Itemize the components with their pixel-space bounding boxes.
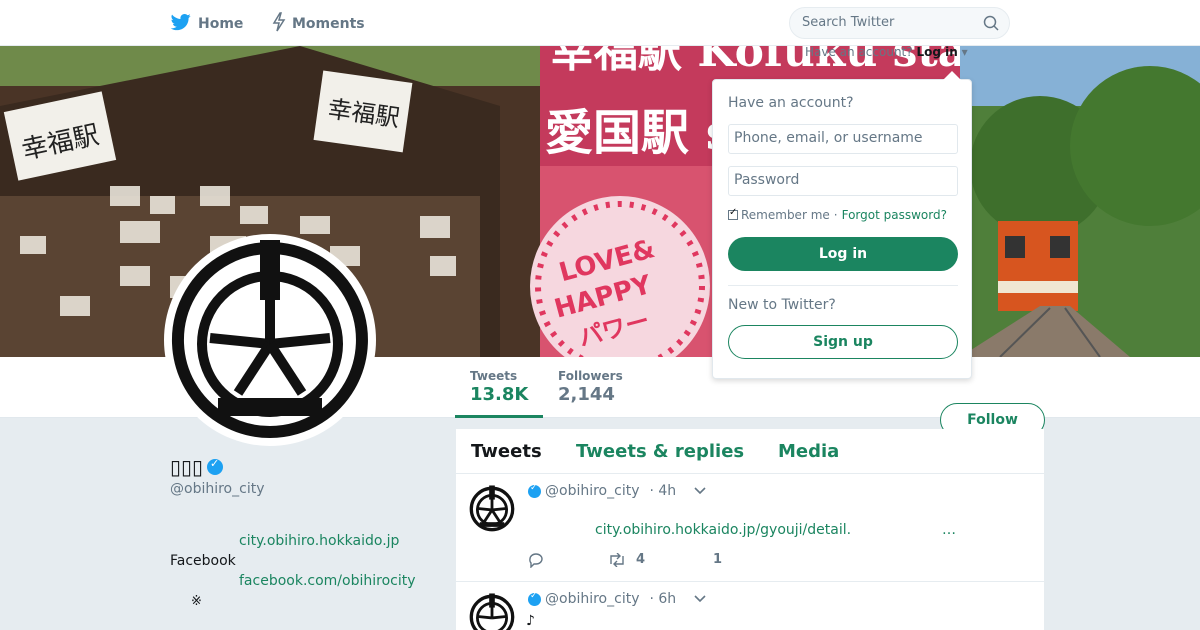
reply-button[interactable] (528, 552, 545, 568)
tab-tweets[interactable]: Tweets (471, 441, 542, 462)
bio-note-mark: ※ (191, 594, 202, 609)
profile-avatar[interactable] (164, 234, 376, 446)
stat-followers-label: Followers (558, 369, 623, 383)
password-field[interactable]: Password (728, 166, 958, 196)
caret-down-icon: ▾ (961, 45, 968, 59)
login-hint-link[interactable]: Log in (916, 45, 957, 59)
like-count: 1 (713, 552, 723, 567)
login-button[interactable]: Log in (728, 237, 958, 271)
stat-tweets-value: 13.8K (470, 384, 529, 405)
stat-tweets[interactable]: Tweets 13.8K (455, 369, 543, 418)
verified-badge-icon (528, 591, 541, 606)
nav-moments-label: Moments (292, 16, 365, 32)
tweet-item[interactable]: @obihiro_city · 4h city.obihiro.hokkaido… (456, 475, 1044, 582)
retweet-icon (610, 552, 624, 567)
verified-badge-icon (528, 483, 541, 498)
city-emblem-icon (469, 593, 515, 630)
tweet-handle[interactable]: @obihiro_city (545, 483, 639, 499)
profile-name-text: ▯▯▯ (170, 455, 204, 479)
tweet-time[interactable]: · 4h (649, 483, 676, 499)
nav-home-label: Home (198, 16, 244, 32)
login-dropdown: Have an account? Phone, email, or userna… (712, 71, 972, 379)
new-to-twitter-label: New to Twitter? (728, 297, 836, 313)
username-field[interactable]: Phone, email, or username (728, 124, 958, 154)
login-hint[interactable]: Have an account? Log in ▾ (805, 45, 968, 59)
twitter-bird-icon (170, 12, 192, 36)
profile-name: ▯▯▯ (170, 455, 224, 479)
remember-label[interactable]: Remember me (741, 208, 830, 222)
signup-button[interactable]: Sign up (728, 325, 958, 359)
tweet-ellipsis[interactable]: … (942, 522, 956, 538)
remember-checkbox[interactable] (728, 207, 738, 220)
dropdown-divider (728, 285, 958, 286)
tweet-text: ♪ (526, 613, 535, 629)
login-dropdown-title: Have an account? (728, 95, 854, 111)
city-emblem-icon (171, 240, 368, 438)
stat-tweets-label: Tweets (470, 369, 518, 383)
tab-media[interactable]: Media (778, 441, 839, 462)
lightning-icon (272, 12, 286, 36)
search-placeholder: Search Twitter (802, 15, 895, 30)
nav-home[interactable]: Home (170, 12, 243, 36)
tweet-header: @obihiro_city · 4h (528, 483, 706, 499)
timeline-tabs: Tweets Tweets & replies Media (456, 429, 1044, 474)
forgot-password-link[interactable]: Forgot password? (842, 208, 947, 222)
bio-facebook-label: Facebook (170, 553, 236, 569)
tweet-item[interactable]: @obihiro_city · 6h ♪ (456, 583, 1044, 630)
search-icon[interactable] (983, 15, 999, 35)
profile-screen-name[interactable]: @obihiro_city (170, 481, 264, 497)
tweet-handle[interactable]: @obihiro_city (545, 591, 639, 607)
reply-icon (529, 553, 543, 568)
retweet-count: 4 (636, 552, 646, 567)
stat-followers[interactable]: Followers 2,144 (558, 369, 623, 405)
tweet-link[interactable]: city.obihiro.hokkaido.jp/gyouji/detail. (595, 522, 851, 538)
remember-separator: · (833, 208, 838, 222)
nav-moments[interactable]: Moments (272, 12, 365, 36)
retweet-button[interactable]: 4 (608, 552, 645, 567)
city-emblem-icon (469, 485, 515, 532)
bio-website-link[interactable]: city.obihiro.hokkaido.jp (239, 533, 399, 549)
tweet-header: @obihiro_city · 6h (528, 591, 706, 607)
tweet-time[interactable]: · 6h (649, 591, 676, 607)
remember-row: Remember me · Forgot password? (728, 207, 947, 222)
chevron-down-icon[interactable] (694, 484, 706, 498)
stat-followers-value: 2,144 (558, 384, 615, 405)
tab-tweets-and-replies[interactable]: Tweets & replies (576, 441, 744, 462)
tweet-avatar[interactable] (468, 593, 516, 630)
tweet-avatar[interactable] (468, 485, 516, 533)
like-button[interactable]: 1 (713, 552, 722, 567)
verified-badge-icon (207, 457, 224, 475)
timeline: Tweets Tweets & replies Media ✓ @obihiro… (456, 429, 1044, 630)
login-hint-prefix: Have an account? (805, 45, 913, 59)
search-input[interactable]: Search Twitter (789, 7, 1010, 39)
chevron-down-icon[interactable] (694, 592, 706, 606)
bio-facebook-link[interactable]: facebook.com/obihirocity (239, 573, 416, 589)
top-navigation: Home Moments Search Twitter (0, 0, 1200, 46)
